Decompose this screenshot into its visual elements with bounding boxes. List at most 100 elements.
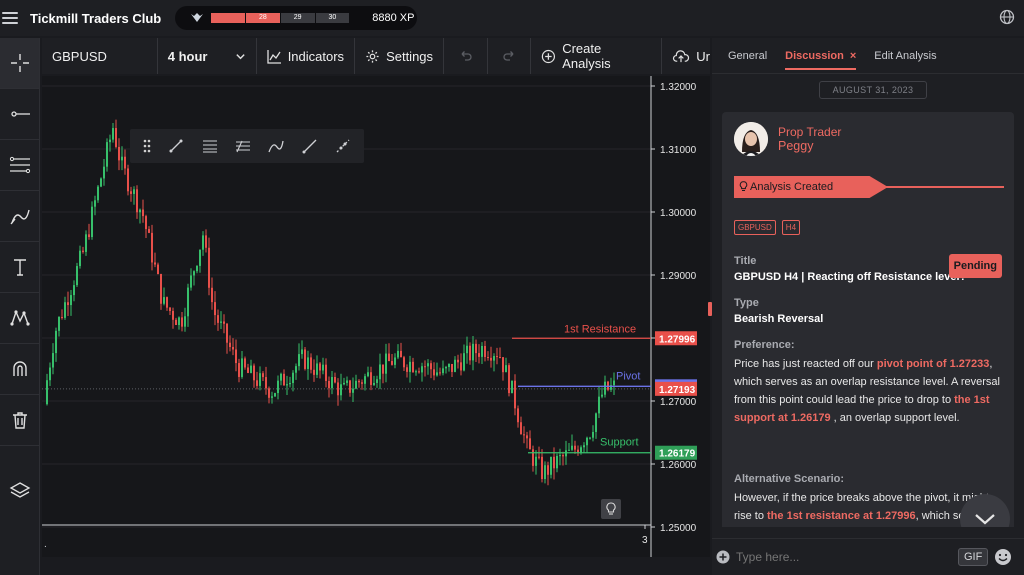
avatar[interactable] xyxy=(734,122,768,156)
alternative-label: Alternative Scenario: xyxy=(734,473,845,485)
tab-discussion[interactable]: Discussion × xyxy=(785,38,857,74)
magnet-icon xyxy=(12,361,27,376)
redo-button[interactable] xyxy=(488,38,532,74)
candle-body xyxy=(562,455,564,457)
candle-body xyxy=(268,388,270,398)
channel-tool[interactable] xyxy=(0,140,39,191)
tab-general[interactable]: General xyxy=(728,38,767,74)
emoji-icon[interactable] xyxy=(994,548,1012,566)
candle-body xyxy=(364,376,366,384)
candle-body xyxy=(526,435,528,439)
candle-body xyxy=(127,168,129,192)
type-value: Bearish Reversal xyxy=(734,313,824,325)
create-analysis-button[interactable]: Create Analysis xyxy=(531,38,663,74)
candle-body xyxy=(283,373,285,386)
timeframe-label: 4 hour xyxy=(167,48,208,64)
preference-label: Preference: xyxy=(734,339,795,351)
candle-body xyxy=(427,363,429,367)
globe-icon[interactable] xyxy=(999,9,1015,25)
author-name[interactable]: Peggy xyxy=(778,139,841,153)
candle-body xyxy=(379,364,381,380)
candle-body xyxy=(523,434,525,436)
candle-body xyxy=(412,361,414,373)
settings-button[interactable]: Settings xyxy=(355,38,445,74)
date-divider: AUGUST 31, 2023 xyxy=(819,81,927,99)
tab-edit-analysis-label: Edit Analysis xyxy=(874,49,937,62)
candle-body xyxy=(307,357,309,369)
extended-line-icon[interactable] xyxy=(334,137,352,155)
candle-body xyxy=(235,349,237,364)
rank-badge-icon xyxy=(191,13,204,22)
fib-extension-icon[interactable] xyxy=(234,137,252,155)
undo-button[interactable] xyxy=(444,38,488,74)
candle-body xyxy=(253,365,255,381)
upload-button[interactable]: Ur xyxy=(662,38,710,74)
magnet-tool[interactable] xyxy=(0,344,39,395)
chart-toolbar: GBPUSD 4 hour Indicators Settings Create… xyxy=(42,38,710,74)
xp-value: 8880 XP xyxy=(372,12,415,24)
symbol-tag[interactable]: GBPUSD xyxy=(734,220,776,235)
candle-body xyxy=(100,178,102,187)
add-attachment-icon[interactable] xyxy=(716,550,730,564)
candle-body xyxy=(265,377,267,389)
candle-body xyxy=(583,445,585,448)
trendline-icon[interactable] xyxy=(167,137,185,155)
candle-body xyxy=(115,128,117,147)
symbol-selector[interactable]: GBPUSD xyxy=(42,38,158,74)
candle-body xyxy=(157,264,159,275)
y-tick-label: 1.26000 xyxy=(660,460,697,471)
candle-body xyxy=(406,367,408,372)
gif-button[interactable]: GIF xyxy=(958,548,989,566)
candle-body xyxy=(202,235,204,250)
ray-icon[interactable] xyxy=(301,137,319,155)
close-tab-icon[interactable]: × xyxy=(850,50,856,62)
candle-body xyxy=(139,209,141,213)
idea-marker[interactable] xyxy=(601,499,621,519)
brush-tool[interactable] xyxy=(0,191,39,242)
crosshair-tool[interactable] xyxy=(0,38,39,89)
discussion-feed[interactable]: AUGUST 31, 2023 Prop Trader Peggy Analys… xyxy=(722,79,1024,527)
drag-handle-icon[interactable] xyxy=(142,138,152,154)
candle-body xyxy=(457,359,459,363)
candle-body xyxy=(277,380,279,394)
xp-segment xyxy=(211,13,247,23)
redo-icon xyxy=(503,50,514,61)
timeframe-select[interactable]: 4 hour xyxy=(158,38,257,74)
tab-edit-analysis[interactable]: Edit Analysis xyxy=(874,38,936,74)
candle-body xyxy=(592,431,594,438)
crosshair-icon xyxy=(10,54,29,72)
delete-tool[interactable] xyxy=(0,395,39,446)
timeframe-tag[interactable]: H4 xyxy=(781,220,801,235)
candle-body xyxy=(82,250,84,252)
x-tick-label: 3 xyxy=(642,535,648,546)
xp-bar: 28 29 30 xyxy=(211,13,351,23)
text-tool[interactable] xyxy=(0,242,39,293)
candle-body xyxy=(553,456,555,469)
author-block: Prop Trader Peggy xyxy=(734,122,1002,156)
fib-retracement-icon[interactable] xyxy=(201,137,219,155)
y-tick-label: 1.27000 xyxy=(660,397,697,408)
candle-body xyxy=(175,319,177,326)
price-chart[interactable]: 1st Resistance Pivot Support 1.32000 1.3100… xyxy=(42,76,710,557)
candle-body xyxy=(505,365,507,373)
candle-body xyxy=(400,350,402,358)
symbol-label: GBPUSD xyxy=(52,48,107,64)
candle-body xyxy=(259,373,261,386)
candle-body xyxy=(97,186,99,201)
pattern-tool[interactable] xyxy=(0,293,39,344)
message-input[interactable] xyxy=(736,550,952,564)
layers-tool[interactable] xyxy=(0,446,39,516)
upload-label: Ur xyxy=(696,48,710,64)
candle-body xyxy=(442,368,444,374)
curve-icon[interactable] xyxy=(267,137,285,155)
candle-body xyxy=(241,358,243,377)
candle-body xyxy=(271,396,273,398)
candle-body xyxy=(85,234,87,252)
horizontal-ray-tool[interactable] xyxy=(0,89,39,140)
indicators-button[interactable]: Indicators xyxy=(257,38,356,74)
type-label: Type xyxy=(734,297,759,309)
candle-body xyxy=(433,369,435,376)
channel-icon xyxy=(9,156,30,174)
candle-body xyxy=(295,366,297,373)
menu-icon[interactable] xyxy=(2,12,18,24)
